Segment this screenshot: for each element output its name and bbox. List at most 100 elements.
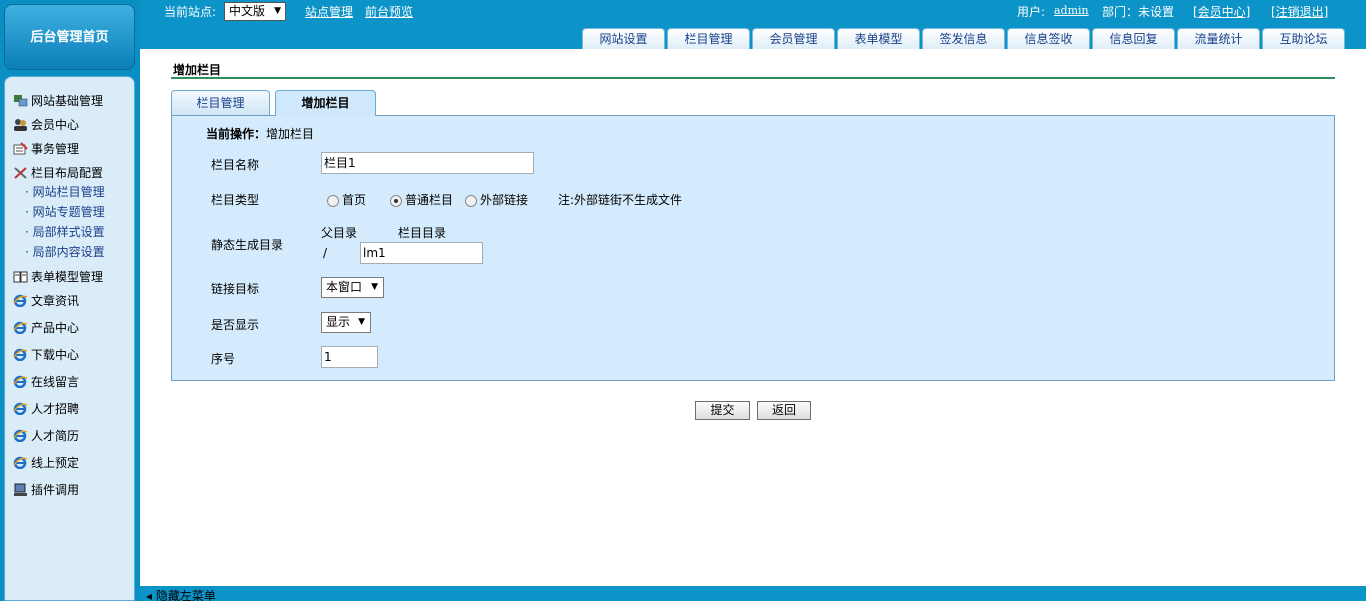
computer-icon [13, 483, 28, 496]
ie-icon [13, 348, 28, 362]
order-input[interactable]: 1 [321, 346, 378, 368]
frontend-preview-link[interactable]: 前台预览 [365, 3, 413, 20]
menu-item-label: 栏目布局配置 [31, 166, 104, 180]
submenu-item-site-columns[interactable]: · 网站栏目管理 [25, 183, 105, 201]
link-target-value: 本窗口 [326, 280, 363, 294]
submenu-item-partial-content[interactable]: · 局部内容设置 [25, 243, 105, 261]
link-target-select[interactable]: 本窗口 ▼ [321, 277, 384, 298]
chevron-down-icon: ▼ [358, 317, 365, 327]
submenu-item-partial-styles[interactable]: · 局部样式设置 [25, 223, 105, 241]
menu-item-form-models[interactable]: 表单模型管理 [13, 268, 103, 286]
members-icon [13, 118, 28, 131]
menu-item-label: 下载中心 [31, 348, 80, 362]
menu-item-label: 表单模型管理 [31, 270, 104, 284]
current-operation-label: 当前操作： [206, 127, 267, 141]
display-label: 是否显示 [211, 318, 260, 332]
menu-item-label: 网站基础管理 [31, 94, 104, 108]
menu-item-layout-config[interactable]: 栏目布局配置 [13, 164, 103, 182]
column-dir-label: 栏目目录 [398, 226, 447, 240]
radio-external-link-label: 外部链接 [480, 193, 529, 207]
tab-info-receipt[interactable]: 信息签收 [1007, 28, 1090, 49]
ie-icon [13, 294, 28, 308]
department-info: 部门：未设置 [1102, 5, 1175, 19]
column-dir-input[interactable]: lm1 [360, 242, 483, 264]
menu-item-products[interactable]: 产品中心 [13, 319, 79, 337]
tab-site-settings[interactable]: 网站设置 [582, 28, 665, 49]
logout-link[interactable]: [注销退出] [1271, 3, 1328, 20]
ie-icon [13, 456, 28, 470]
radio-homepage[interactable] [327, 195, 339, 207]
page-title: 增加栏目 [173, 63, 222, 77]
tree-icon [13, 94, 28, 107]
menu-item-affairs[interactable]: 事务管理 [13, 140, 79, 158]
current-site-label: 当前站点: [164, 5, 217, 19]
site-management-link[interactable]: 站点管理 [305, 3, 353, 20]
tab-info-reply[interactable]: 信息回复 [1092, 28, 1175, 49]
tab-form-models[interactable]: 表单模型 [837, 28, 920, 49]
menu-item-resumes[interactable]: 人才简历 [13, 427, 79, 445]
parent-dir-value: / [323, 246, 328, 260]
main-content: 增加栏目 栏目管理 增加栏目 当前操作：增加栏目 栏目名称 栏目1 栏目类型 首… [140, 49, 1366, 586]
left-frame: 后台管理首页 网站基础管理 会员中心 事务管理 栏目布局配置 · 网站栏目管理 … [0, 0, 140, 601]
forms-icon [13, 270, 28, 283]
back-button[interactable]: 返回 [757, 401, 811, 420]
user-name-link[interactable]: admin [1054, 3, 1089, 17]
submenu-item-site-topics[interactable]: · 网站专题管理 [25, 203, 105, 221]
display-value: 显示 [326, 315, 351, 329]
menu-item-site-basic[interactable]: 网站基础管理 [13, 92, 103, 110]
menu-item-label: 在线留言 [31, 375, 80, 389]
tab-add-column[interactable]: 增加栏目 [275, 90, 376, 116]
tab-forum[interactable]: 互助论坛 [1262, 28, 1345, 49]
menu-item-online-booking[interactable]: 线上预定 [13, 454, 79, 472]
tab-issue-info[interactable]: 签发信息 [922, 28, 1005, 49]
static-dir-label: 静态生成目录 [211, 238, 284, 252]
site-select-value: 中文版 [229, 4, 266, 18]
column-type-note: 注:外部链街不生成文件 [558, 193, 683, 207]
tab-traffic-stats[interactable]: 流量统计 [1177, 28, 1260, 49]
left-menu: 网站基础管理 会员中心 事务管理 栏目布局配置 · 网站栏目管理 · 网站专题管… [4, 76, 135, 601]
menu-item-label: 事务管理 [31, 142, 80, 156]
menu-item-messages[interactable]: 在线留言 [13, 373, 79, 391]
chevron-down-icon: ▼ [274, 6, 281, 16]
menu-item-label: 人才简历 [31, 429, 80, 443]
link-target-label: 链接目标 [211, 282, 260, 296]
menu-item-label: 文章资讯 [31, 294, 80, 308]
radio-external-link[interactable] [465, 195, 477, 207]
column-type-label: 栏目类型 [211, 193, 260, 207]
order-label: 序号 [211, 352, 236, 366]
radio-normal-column-label: 普通栏目 [405, 193, 454, 207]
add-column-form: 当前操作：增加栏目 栏目名称 栏目1 栏目类型 首页 普通栏目 外部链接 注:外… [171, 115, 1335, 381]
hide-left-menu-toggle[interactable]: ◂ 隐藏左菜单 [146, 587, 216, 601]
menu-item-label: 产品中心 [31, 321, 80, 335]
column-name-input[interactable]: 栏目1 [321, 152, 534, 174]
tools-icon [13, 166, 28, 179]
display-select[interactable]: 显示 ▼ [321, 312, 371, 333]
admin-home-button[interactable]: 后台管理首页 [4, 4, 135, 70]
menu-item-label: 插件调用 [31, 483, 80, 497]
tab-column-management[interactable]: 栏目管理 [667, 28, 750, 49]
user-label: 用户: [1017, 5, 1046, 19]
ie-icon [13, 375, 28, 389]
tab-member-management[interactable]: 会员管理 [752, 28, 835, 49]
radio-normal-column[interactable] [390, 195, 402, 207]
tab-column-list[interactable]: 栏目管理 [171, 90, 270, 115]
parent-dir-label: 父目录 [321, 226, 358, 240]
bottom-bar: ◂ 隐藏左菜单 [140, 586, 1366, 601]
radio-homepage-label: 首页 [342, 193, 367, 207]
submit-button[interactable]: 提交 [695, 401, 750, 420]
affairs-icon [13, 142, 28, 155]
member-center-link[interactable]: [会员中心] [1193, 3, 1250, 20]
menu-item-label: 人才招聘 [31, 402, 80, 416]
site-select[interactable]: 中文版 ▼ [224, 2, 286, 21]
top-bar: 当前站点: 中文版 ▼ 站点管理 前台预览 用户: admin 部门：未设置 [… [140, 0, 1366, 49]
menu-item-plugins[interactable]: 插件调用 [13, 481, 79, 499]
chevron-down-icon: ▼ [371, 282, 378, 292]
current-operation-value: 增加栏目 [266, 127, 315, 141]
menu-item-member-center[interactable]: 会员中心 [13, 116, 79, 134]
menu-item-label: 线上预定 [31, 456, 80, 470]
menu-item-recruitment[interactable]: 人才招聘 [13, 400, 79, 418]
menu-item-articles[interactable]: 文章资讯 [13, 292, 79, 310]
menu-item-downloads[interactable]: 下载中心 [13, 346, 79, 364]
current-operation: 当前操作：增加栏目 [206, 125, 314, 142]
ie-icon [13, 402, 28, 416]
